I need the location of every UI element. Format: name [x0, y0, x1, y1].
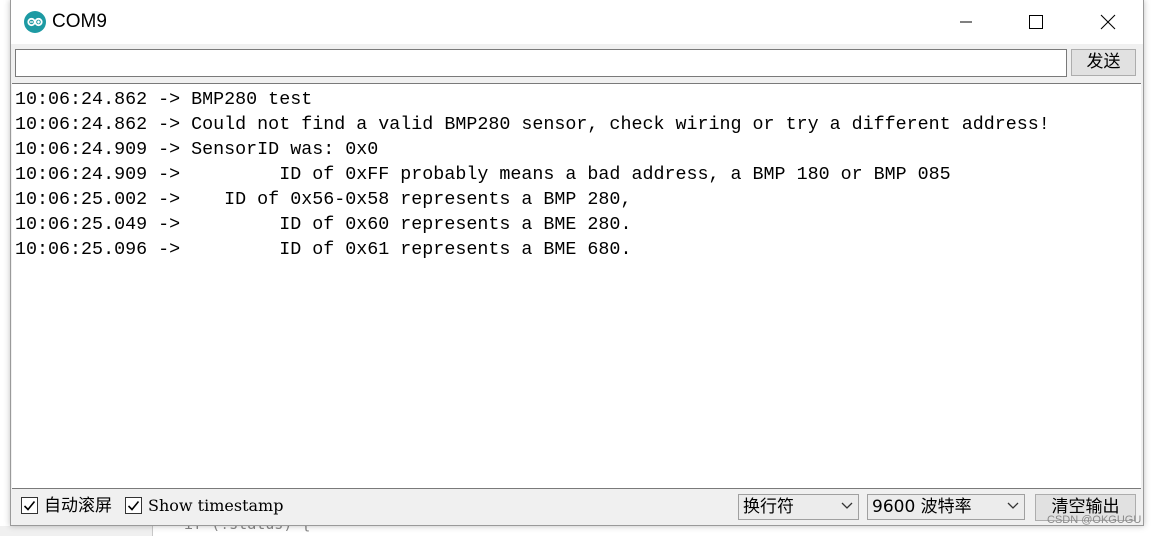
checkmark-icon — [23, 500, 36, 511]
checkmark-icon — [127, 500, 140, 511]
autoscroll-checkbox[interactable] — [21, 497, 38, 514]
serial-output-area[interactable]: 10:06:24.862 -> BMP280 test 10:06:24.862… — [12, 83, 1141, 489]
output-line: 10:06:25.049 -> ID of 0x60 represents a … — [15, 214, 632, 235]
close-button[interactable] — [1073, 0, 1143, 44]
autoscroll-label: 自动滚屏 — [44, 496, 112, 516]
editor-gutter — [0, 526, 153, 536]
send-row: 发送 — [11, 44, 1143, 82]
maximize-icon — [1029, 15, 1043, 29]
send-button[interactable]: 发送 — [1071, 49, 1136, 76]
baud-rate-select[interactable]: 9600 波特率 — [867, 494, 1025, 520]
arduino-infinity-icon — [24, 11, 46, 33]
output-line: 10:06:24.862 -> Could not find a valid B… — [15, 114, 1050, 135]
baud-rate-value: 9600 波特率 — [872, 497, 972, 517]
minimize-icon — [960, 21, 972, 23]
status-bar: 自动滚屏 Show timestamp 换行符 9600 波特率 清空输出 — [11, 489, 1143, 525]
output-line: 10:06:24.862 -> BMP280 test — [15, 89, 313, 110]
output-line: 10:06:24.909 -> SensorID was: 0x0 — [15, 139, 379, 160]
timestamp-label: Show timestamp — [148, 496, 284, 515]
output-line: 10:06:25.096 -> ID of 0x61 represents a … — [15, 239, 632, 260]
title-bar: COM9 — [11, 0, 1143, 44]
chevron-down-icon — [1007, 502, 1019, 509]
close-icon — [1100, 14, 1116, 30]
editor-background — [0, 526, 1153, 536]
serial-send-input[interactable] — [15, 49, 1067, 77]
timestamp-checkbox[interactable] — [125, 497, 142, 514]
serial-monitor-window: COM9 发送 10:06:24.862 -> BMP280 test 10:0… — [10, 0, 1144, 526]
watermark: CSDN @OKGUGU — [1047, 514, 1142, 526]
output-line: 10:06:24.909 -> ID of 0xFF probably mean… — [15, 164, 951, 185]
output-line: 10:06:25.002 -> ID of 0x56-0x58 represen… — [15, 189, 632, 210]
maximize-button[interactable] — [1001, 0, 1071, 44]
window-title: COM9 — [52, 11, 107, 32]
chevron-down-icon — [841, 502, 853, 509]
minimize-button[interactable] — [931, 0, 1001, 44]
line-ending-value: 换行符 — [743, 497, 794, 517]
line-ending-select[interactable]: 换行符 — [738, 494, 859, 520]
